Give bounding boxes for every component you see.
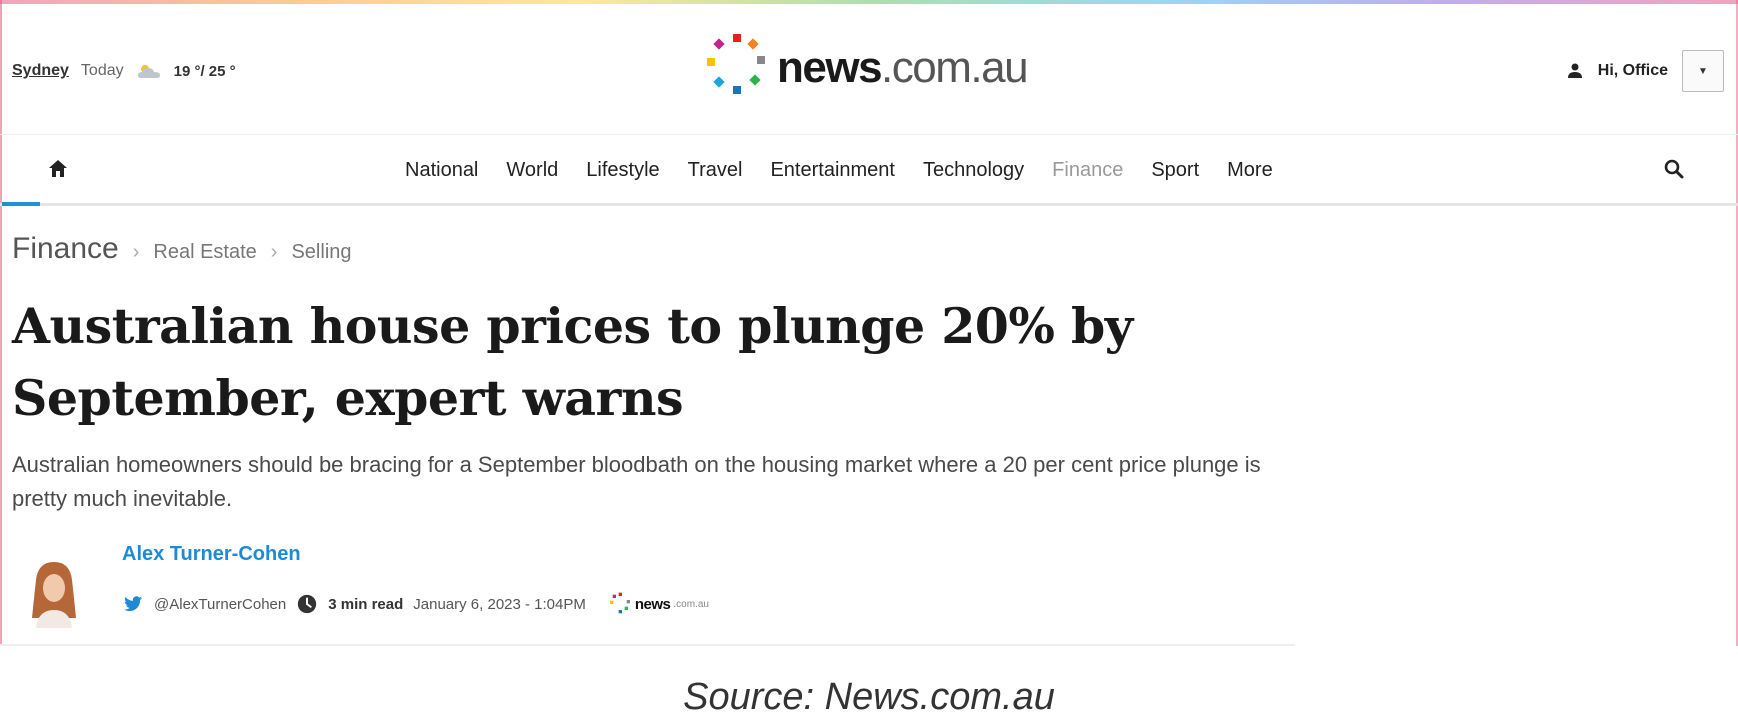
logo-text: news.com.au (777, 43, 1029, 93)
logo-wordmark: news (777, 43, 883, 92)
article-headline: Australian house prices to plunge 20% by… (12, 297, 1133, 427)
nav-item-national[interactable]: National (405, 159, 478, 182)
site-logo[interactable]: news.com.au (703, 32, 1029, 104)
weather-temps: 19 °/ 25 ° (173, 62, 236, 80)
author-avatar[interactable] (24, 558, 84, 628)
weather-city[interactable]: Sydney (12, 62, 69, 80)
logo-dots-icon (609, 592, 630, 614)
nav-item-entertainment[interactable]: Entertainment (770, 159, 895, 182)
clock-icon (296, 593, 318, 615)
logo-domain: .com.au (881, 43, 1029, 92)
nav-item-sport[interactable]: Sport (1151, 159, 1199, 182)
nav-item-travel[interactable]: Travel (688, 159, 743, 182)
breadcrumb-section[interactable]: Finance (12, 232, 119, 266)
account-menu[interactable]: Hi, Office ▼ (1566, 50, 1724, 92)
account-dropdown-button[interactable]: ▼ (1682, 50, 1724, 92)
home-icon[interactable] (46, 157, 70, 181)
main-nav: National World Lifestyle Travel Entertai… (0, 134, 1738, 206)
twitter-icon[interactable] (122, 593, 144, 615)
nav-item-finance[interactable]: Finance (1052, 159, 1123, 182)
source-caption: Source: News.com.au (683, 676, 1055, 718)
mini-logo-wordmark: news (634, 595, 671, 613)
site-header: Sydney Today 19 °/ 25 ° news.com.au Hi, … (0, 4, 1738, 134)
article-meta: @AlexTurnerCohen 3 min read January 6, 2… (122, 592, 709, 616)
chevron-right-icon: › (132, 241, 140, 263)
weather-widget[interactable]: Sydney Today 19 °/ 25 ° (12, 62, 236, 80)
logo-dots-icon (703, 32, 771, 104)
publish-date: January 6, 2023 - 1:04PM (413, 595, 586, 613)
nav-item-world[interactable]: World (506, 159, 558, 182)
breadcrumb-real-estate[interactable]: Real Estate (153, 241, 256, 264)
nav-menu: National World Lifestyle Travel Entertai… (405, 159, 1273, 182)
home-active-indicator (2, 202, 40, 206)
breadcrumb-selling[interactable]: Selling (291, 241, 351, 264)
nav-item-more[interactable]: More (1227, 159, 1273, 182)
search-icon[interactable] (1662, 157, 1686, 181)
brand-mini-logo: news .com.au (608, 592, 709, 616)
article-standfirst: Australian homeowners should be bracing … (12, 452, 1261, 511)
account-greeting[interactable]: Hi, Office (1598, 62, 1668, 80)
nav-item-lifestyle[interactable]: Lifestyle (586, 159, 659, 182)
chevron-right-icon: › (270, 241, 278, 263)
weather-day: Today (80, 62, 124, 79)
breadcrumb: Finance › Real Estate › Selling (12, 232, 352, 266)
user-icon[interactable] (1566, 62, 1584, 80)
nav-item-technology[interactable]: Technology (923, 159, 1024, 182)
partly-cloudy-icon (136, 62, 162, 80)
article-divider (0, 644, 1295, 646)
mini-logo-domain: .com.au (673, 598, 709, 610)
author-twitter-handle[interactable]: @AlexTurnerCohen (154, 596, 286, 613)
author-name[interactable]: Alex Turner-Cohen (122, 543, 301, 566)
caret-down-icon: ▼ (1698, 65, 1708, 77)
read-time: 3 min read (328, 595, 404, 613)
